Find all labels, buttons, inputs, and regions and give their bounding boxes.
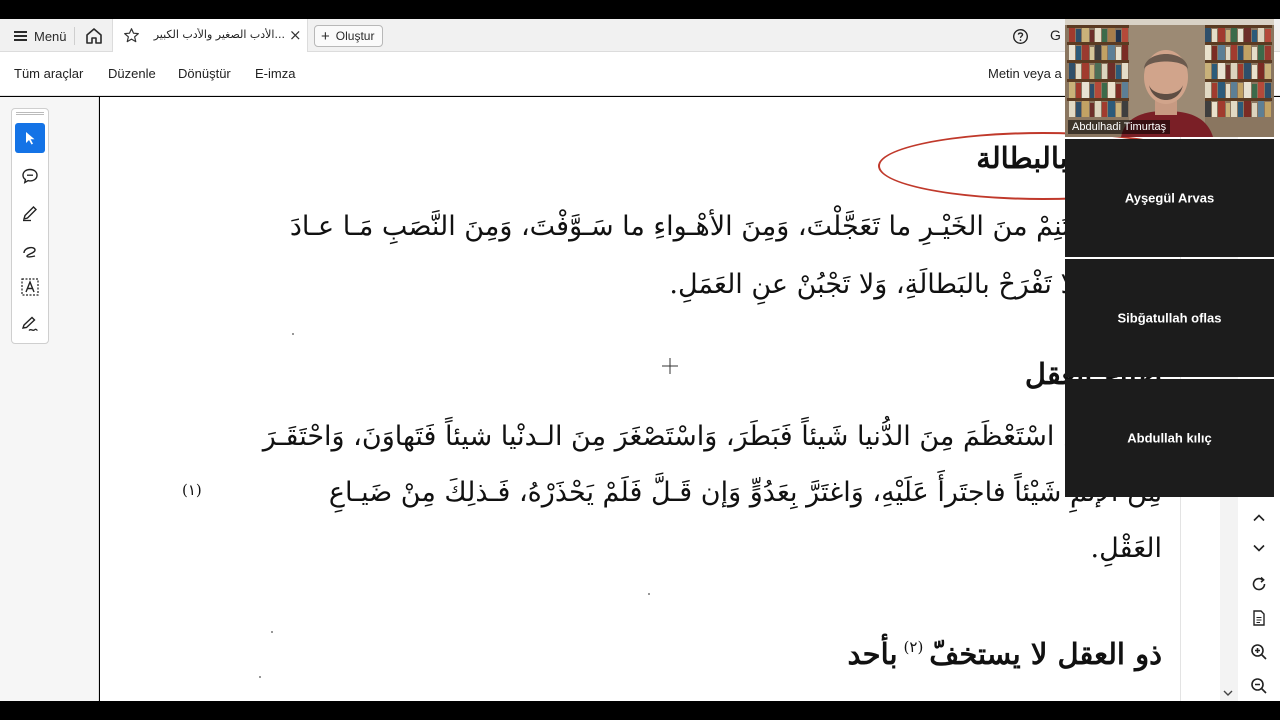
close-icon[interactable]: × (289, 26, 302, 44)
quick-tools-panel (11, 108, 49, 344)
hamburger-icon (14, 31, 27, 41)
scan-speck (271, 631, 273, 633)
highlight-tool[interactable] (15, 198, 45, 228)
scan-speck (259, 676, 261, 678)
sign-icon (21, 316, 38, 332)
crosshair-cursor-icon (662, 358, 678, 374)
participant-tile[interactable]: Ayşegül Arvas (1065, 139, 1274, 257)
pen-icon (22, 206, 37, 222)
menu-e-sign[interactable]: E-imza (255, 66, 295, 81)
camera-tile[interactable]: Abdulhadi Timurtaş (1065, 19, 1274, 137)
divider (74, 27, 75, 45)
participant-name: Sibğatullah oflas (1117, 310, 1222, 326)
footnote-marker: (٢) (903, 638, 924, 656)
drag-handle[interactable] (16, 112, 44, 115)
comment-tool[interactable] (15, 161, 45, 191)
paragraph-line: مِنَ الإثْمِ شَيْئاً فاجتَرأَ عَلَيْهِ، … (328, 477, 1162, 508)
footnote-marker: (١) (182, 481, 202, 499)
chevron-down-icon (1253, 544, 1265, 552)
zoom-in-button[interactable] (1247, 640, 1271, 664)
menu-edit[interactable]: Düzenle (108, 66, 156, 81)
menu-button[interactable]: Menü (8, 25, 73, 47)
menu-convert[interactable]: Dönüştür (178, 66, 231, 81)
page-up-button[interactable] (1247, 506, 1271, 530)
menu-all-tools[interactable]: Tüm araçlar (14, 66, 83, 81)
refresh-icon (1252, 576, 1266, 591)
scan-speck (648, 593, 650, 595)
scan-speck (292, 333, 294, 335)
sign-tool[interactable] (15, 309, 45, 339)
select-icon (26, 132, 35, 145)
document-canvas[interactable]: لا تفرح بالبطالة اغْتَنِمْ منَ الخَيْـرِ… (100, 97, 1180, 701)
heading-text: ذو العقل لا يستخفّ (929, 637, 1162, 671)
zoom-in-icon (1251, 644, 1267, 660)
screen-bottom-border (0, 701, 1280, 720)
select-tool[interactable] (15, 123, 45, 153)
paragraph-line: اغْتَنِمْ منَ الخَيْـرِ ما تَعَجَّلْتَ، … (289, 211, 1092, 242)
plus-icon: + (321, 27, 330, 45)
heading-text-end: بأحد (847, 637, 898, 671)
menu-label: Menü (34, 28, 67, 44)
participant-name: Abdullah kılıç (1127, 430, 1212, 446)
text-recognition-icon (21, 278, 39, 296)
camera-participant-name: Abdulhadi Timurtaş (1068, 120, 1171, 134)
text-recognition-tool[interactable] (15, 272, 45, 302)
page-display-button[interactable] (1247, 606, 1271, 630)
star-icon[interactable] (123, 27, 140, 44)
participant-tile[interactable]: Abdullah kılıç (1065, 379, 1274, 497)
help-icon[interactable] (1012, 28, 1029, 45)
search-field[interactable]: Metin veya a (988, 66, 1062, 81)
create-button[interactable]: + Oluştur (314, 25, 384, 47)
heading-wise-not-belittle: ذو العقل لا يستخفّ (٢) بأحد (847, 637, 1162, 671)
chevron-up-icon (1253, 514, 1265, 522)
scroll-down-arrow-icon[interactable] (1222, 688, 1234, 698)
participant-name: Ayşegül Arvas (1124, 190, 1215, 206)
profile-letter[interactable]: G (1050, 27, 1061, 43)
zoom-out-button[interactable] (1247, 674, 1271, 698)
comment-icon (22, 168, 38, 184)
participant-tile[interactable]: Sibğatullah oflas (1065, 259, 1274, 377)
zoom-out-icon (1251, 678, 1267, 694)
rotate-button[interactable] (1247, 572, 1271, 596)
create-label: Oluştur (335, 29, 375, 43)
paragraph-line: العَقْلِ. (1090, 533, 1162, 564)
page-down-button[interactable] (1247, 536, 1271, 560)
page-icon (1253, 610, 1265, 626)
screen-top-border (0, 0, 1280, 19)
paragraph-line: مَنِ اسْتَعْظَمَ مِنَ الدُّنيا شَيئاً فَ… (262, 421, 1098, 452)
home-icon[interactable] (84, 26, 104, 46)
draw-tool[interactable] (15, 235, 45, 265)
draw-icon (23, 246, 36, 258)
tab-document[interactable]: الأدب الصغير والأدب الكبير... × (112, 19, 308, 52)
tab-title: الأدب الصغير والأدب الكبير... (153, 28, 285, 41)
